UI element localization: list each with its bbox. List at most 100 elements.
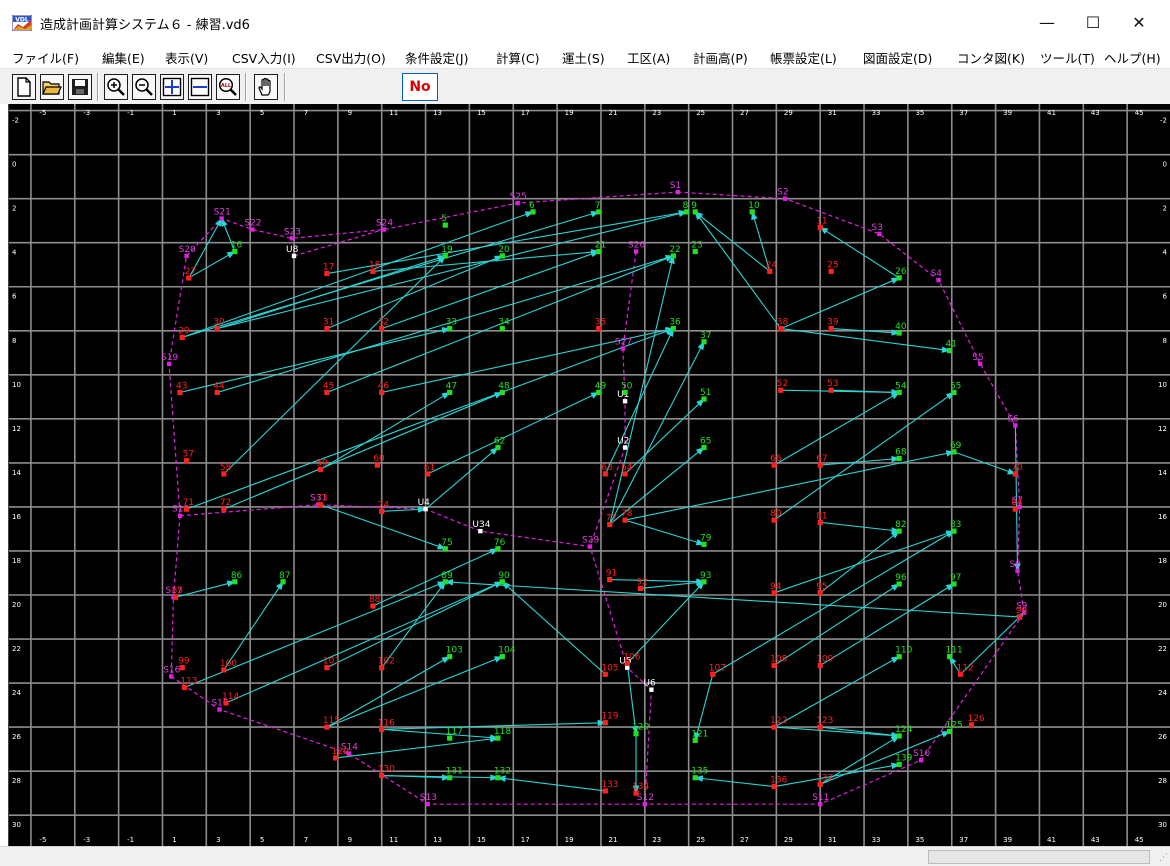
x-tick-label: 27 bbox=[740, 109, 749, 117]
calc-point-label: 72 bbox=[220, 498, 231, 508]
calc-point-label: 104 bbox=[498, 646, 515, 656]
calc-point-label: 92 bbox=[636, 577, 647, 587]
x-tick-label: 33 bbox=[872, 836, 881, 844]
boundary-point-label: S2 bbox=[777, 188, 788, 198]
boundary-point-label: U8 bbox=[286, 245, 299, 255]
menu-item[interactable]: 表示(V) bbox=[165, 48, 208, 67]
zoom-all-button[interactable]: ALL bbox=[216, 74, 240, 100]
menu-item[interactable]: ファイル(F) bbox=[12, 48, 79, 67]
calc-point-label: 118 bbox=[494, 727, 511, 737]
y-tick-label-right: 24 bbox=[1158, 689, 1167, 697]
calc-point-label: 122 bbox=[770, 716, 787, 726]
title-bar[interactable]: VDL 造成計画計算システム６ - 練習.vd6 — ☐ ✕ bbox=[0, 0, 1170, 44]
minimize-icon: — bbox=[1039, 12, 1055, 32]
menu-item[interactable]: 計画高(P) bbox=[693, 48, 748, 67]
x-tick-label: 37 bbox=[959, 109, 968, 117]
menu-item[interactable]: 図面設定(D) bbox=[863, 48, 932, 67]
menu-item[interactable]: コンタ図(K) bbox=[957, 48, 1025, 67]
y-tick-label-right: 0 bbox=[1163, 161, 1167, 169]
x-tick-label: -1 bbox=[127, 836, 134, 844]
menu-item[interactable]: 帳票設定(L) bbox=[770, 48, 837, 67]
calc-point-label: 24 bbox=[766, 260, 778, 270]
fit-extent-button[interactable] bbox=[160, 74, 184, 100]
x-tick-label: 33 bbox=[872, 109, 881, 117]
y-tick-label-right: 22 bbox=[1158, 645, 1167, 653]
x-tick-label: 41 bbox=[1047, 836, 1056, 844]
x-tick-label: 5 bbox=[260, 836, 264, 844]
zoom-in-button[interactable] bbox=[104, 74, 128, 100]
close-button[interactable]: ✕ bbox=[1116, 6, 1162, 38]
calc-point-label: 132 bbox=[494, 767, 511, 777]
transport-arrow bbox=[819, 583, 955, 666]
point-number-toggle-button[interactable]: No bbox=[402, 73, 438, 101]
y-tick-label-right: 20 bbox=[1158, 601, 1167, 609]
drawing-canvas[interactable]: -5 -5 -3 -3 -1 -1 1 1 3 3 5 5 7 7 9 9 11 11 13 13 15 15 17 17 19… bbox=[8, 104, 1170, 846]
menu-item[interactable]: 条件設定(J) bbox=[405, 48, 468, 67]
menu-item[interactable]: 編集(E) bbox=[102, 48, 145, 67]
calc-point-label: 96 bbox=[895, 573, 907, 583]
calc-point-label: 5 bbox=[441, 214, 447, 224]
calc-point-label: 22 bbox=[669, 245, 680, 255]
calc-point-label: 90 bbox=[498, 571, 510, 581]
x-tick-label: 1 bbox=[172, 109, 176, 117]
plan-plot[interactable]: -5-5-3-3-1-11133557799111113131515171719… bbox=[9, 104, 1170, 846]
new-file-icon bbox=[17, 77, 31, 97]
menu-item[interactable]: CSV出力(O) bbox=[316, 48, 386, 67]
calc-point-label: 134 bbox=[632, 782, 649, 792]
menu-item[interactable]: ツール(T) bbox=[1040, 48, 1095, 67]
calc-point-label: 20 bbox=[498, 245, 510, 255]
calc-point-label: 60 bbox=[373, 454, 385, 464]
open-button[interactable] bbox=[40, 74, 64, 100]
zoom-out-button[interactable] bbox=[132, 74, 156, 100]
pan-button[interactable] bbox=[254, 74, 278, 100]
minimize-button[interactable]: — bbox=[1024, 6, 1070, 38]
calc-point-label: 6 bbox=[529, 201, 535, 211]
calc-point-label: 21 bbox=[595, 241, 606, 251]
y-tick-label-left: 10 bbox=[12, 381, 21, 389]
calc-point-label: 108 bbox=[770, 654, 787, 664]
menu-item[interactable]: ヘルプ(H) bbox=[1104, 48, 1161, 67]
y-tick-label-left: 0 bbox=[12, 161, 16, 169]
y-tick-label-right: 4 bbox=[1163, 249, 1168, 257]
resize-grip-icon[interactable]: ⋰ bbox=[1156, 852, 1168, 864]
calculation-points: S1S2S3S4S5S6S7S8S9S10S11S12S13S14S15S16S… bbox=[161, 181, 1028, 807]
y-tick-label-right: 2 bbox=[1163, 205, 1167, 213]
calc-point-label: 121 bbox=[691, 729, 708, 739]
calc-point-label: 133 bbox=[601, 780, 618, 790]
calc-point-label: 48 bbox=[498, 381, 510, 391]
transport-arrow bbox=[225, 581, 504, 704]
menu-item[interactable]: 運土(S) bbox=[562, 48, 605, 67]
calc-point-label: 102 bbox=[378, 657, 395, 667]
boundary-point-label: U6 bbox=[643, 679, 656, 689]
calc-point-label: 110 bbox=[895, 646, 912, 656]
menu-item[interactable]: 工区(A) bbox=[627, 48, 670, 67]
calc-point-label: 23 bbox=[691, 241, 702, 251]
maximize-button[interactable]: ☐ bbox=[1070, 6, 1116, 38]
open-folder-icon bbox=[42, 81, 62, 95]
calc-point-label: 124 bbox=[895, 725, 912, 735]
menu-item[interactable]: CSV入力(I) bbox=[232, 48, 296, 67]
calc-point-label: 53 bbox=[827, 379, 838, 389]
calc-point-label: 19 bbox=[441, 245, 453, 255]
boundary-point-label: S25 bbox=[510, 192, 527, 202]
calc-point-label: 81 bbox=[816, 511, 827, 521]
calc-point-label: 27 bbox=[185, 267, 196, 277]
new-file-button[interactable] bbox=[12, 74, 36, 100]
calc-point-label: 139 bbox=[895, 754, 912, 764]
transport-arrow bbox=[223, 391, 504, 510]
earth-transport-arrows bbox=[175, 209, 1025, 795]
calc-point-label: 39 bbox=[827, 318, 839, 328]
y-tick-label-right: -2 bbox=[1160, 117, 1167, 125]
x-tick-label: 15 bbox=[477, 109, 486, 117]
calc-point-label: 32 bbox=[378, 318, 389, 328]
calc-point-label: 125 bbox=[946, 721, 963, 731]
calc-point-label: 93 bbox=[700, 571, 711, 581]
menu-item[interactable]: 計算(C) bbox=[496, 48, 539, 67]
calc-point-label: 59 bbox=[316, 458, 328, 468]
menu-bar: ファイル(F) 編集(E) 表示(V) CSV入力(I) CSV出力(O) 条件設定(J)… bbox=[0, 44, 1170, 68]
fit-width-icon bbox=[190, 77, 210, 97]
calc-point-label: 131 bbox=[446, 767, 463, 777]
boundary-point-label: U4 bbox=[418, 498, 431, 508]
save-button[interactable] bbox=[68, 74, 92, 100]
fit-width-button[interactable] bbox=[188, 74, 212, 100]
